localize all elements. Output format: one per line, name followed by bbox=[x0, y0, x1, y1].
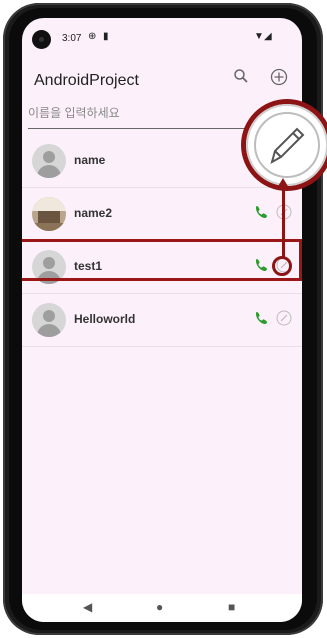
callout-arrow bbox=[277, 178, 289, 188]
contact-row[interactable]: test1 bbox=[22, 239, 302, 294]
callout-connector bbox=[282, 183, 285, 259]
status-time: 3:07 bbox=[62, 33, 82, 44]
page-title: AndroidProject bbox=[34, 72, 139, 89]
system-navbar: ◀ ● ■ bbox=[22, 594, 302, 622]
status-bar: 3:07 ⊕ ▮ ▼ ◢ bbox=[22, 18, 302, 62]
zoom-callout bbox=[246, 104, 327, 186]
signal-icon: ◢ bbox=[264, 31, 272, 42]
search-icon bbox=[234, 69, 248, 83]
contact-row[interactable]: name2 bbox=[22, 188, 302, 241]
search-input[interactable] bbox=[28, 104, 268, 120]
contact-name: Helloworld bbox=[74, 312, 136, 326]
add-contact-button[interactable] bbox=[268, 68, 290, 90]
contact-row[interactable]: Helloworld bbox=[22, 294, 302, 347]
contact-name: name bbox=[74, 153, 106, 167]
contact-name: name2 bbox=[74, 206, 113, 220]
sd-card-icon: ▮ bbox=[103, 31, 109, 42]
avatar bbox=[32, 303, 66, 337]
avatar bbox=[32, 144, 66, 178]
pencil-icon[interactable] bbox=[276, 310, 292, 326]
phone-icon[interactable] bbox=[254, 204, 270, 220]
recents-icon[interactable]: ■ bbox=[228, 600, 235, 614]
avatar-photo bbox=[32, 197, 66, 231]
back-icon[interactable]: ◀ bbox=[83, 600, 92, 614]
avatar bbox=[32, 250, 66, 284]
camera-hole bbox=[32, 30, 51, 49]
edit-target-ring bbox=[272, 256, 292, 276]
app-bar: AndroidProject bbox=[22, 62, 302, 102]
home-icon[interactable]: ● bbox=[156, 600, 163, 614]
settings-status-icon: ⊕ bbox=[88, 31, 97, 42]
wifi-icon: ▼ bbox=[254, 31, 264, 42]
contact-name: test1 bbox=[74, 259, 103, 273]
add-contact-icon bbox=[270, 68, 288, 86]
phone-icon[interactable] bbox=[254, 257, 270, 273]
pencil-icon bbox=[254, 112, 320, 178]
phone-icon[interactable] bbox=[254, 310, 270, 326]
search-button[interactable] bbox=[230, 68, 252, 90]
